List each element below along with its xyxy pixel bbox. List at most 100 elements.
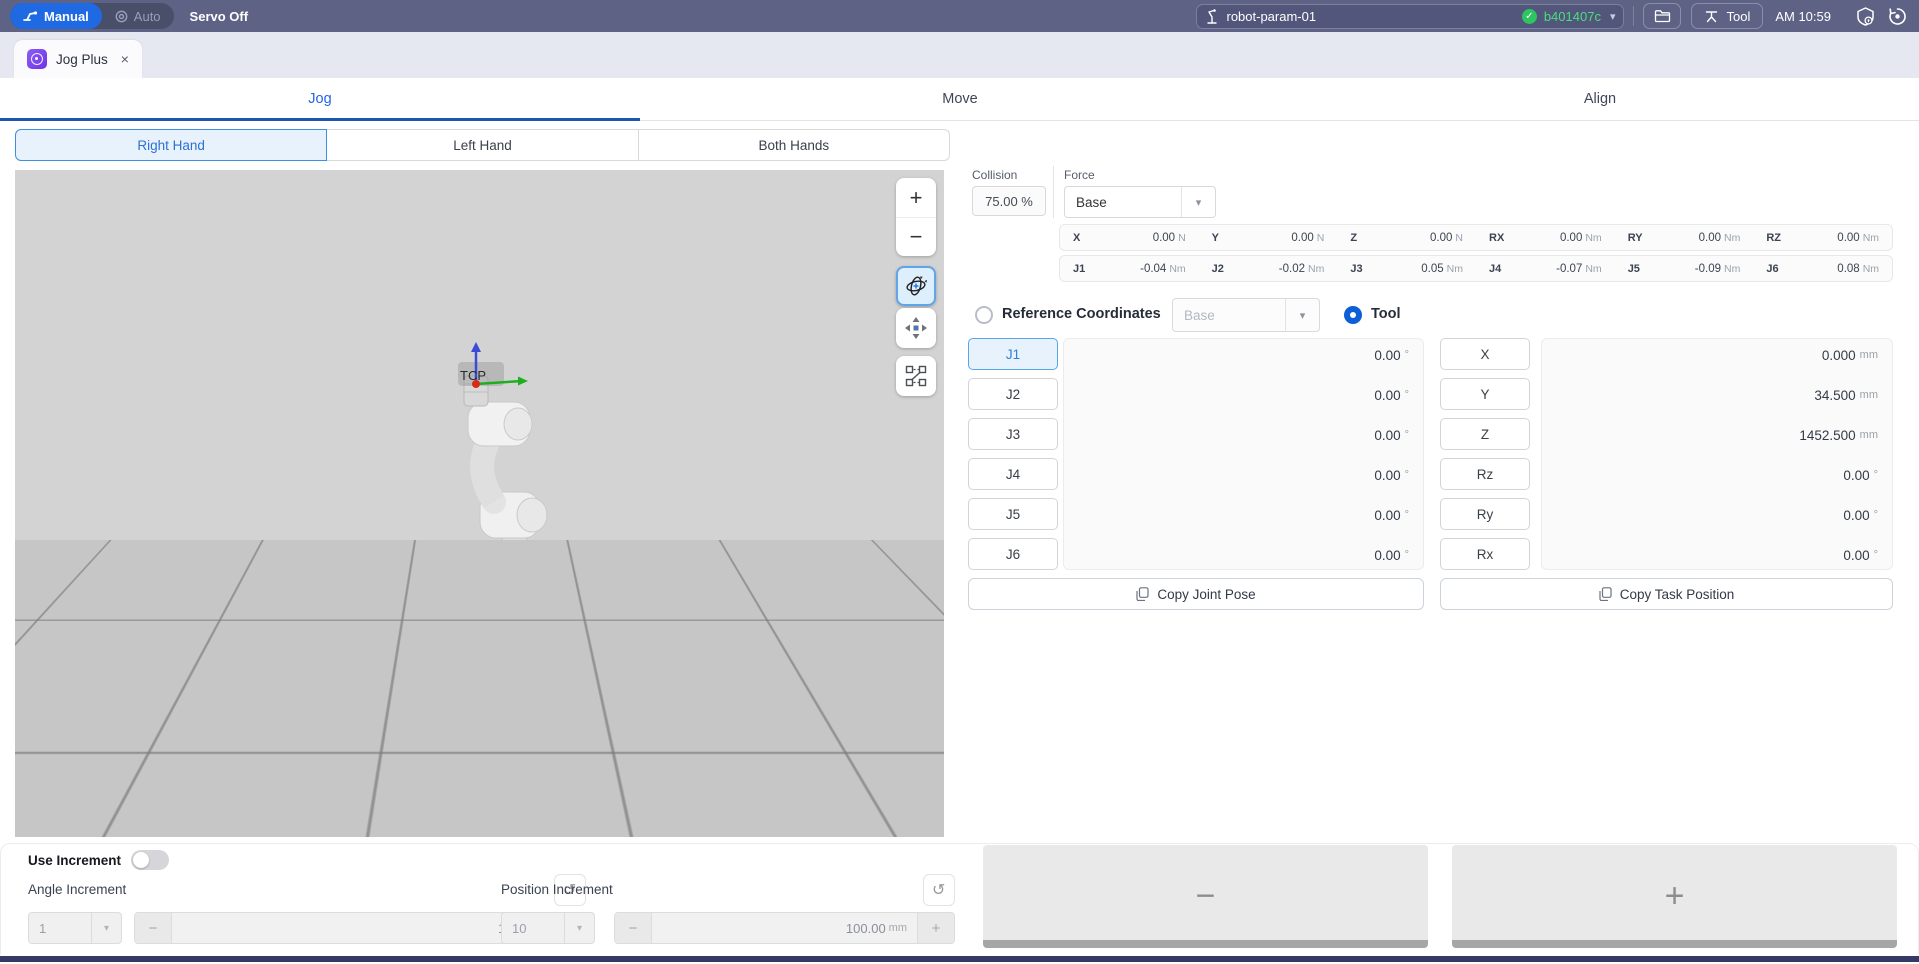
right-hand-button[interactable]: Right Hand (15, 129, 327, 161)
task-ry-button[interactable]: Ry (1440, 498, 1530, 530)
manual-mode-button[interactable]: Manual (10, 3, 102, 29)
position-increment-button[interactable]: + (918, 913, 954, 943)
hand-mode-segmented: Right Hand Left Hand Both Hands (15, 129, 950, 161)
zoom-out-button[interactable]: − (896, 217, 936, 256)
reference-frame-dropdown[interactable]: Base ▾ (1172, 298, 1320, 332)
force-cell-rz: RZ0.00Nm (1753, 225, 1892, 250)
close-icon[interactable]: × (121, 51, 129, 67)
robot-3d-viewport[interactable]: TCP BASE + − Front Right Left Rear Top (15, 170, 944, 837)
task-rx-button[interactable]: Rx (1440, 538, 1530, 570)
joint-j2-value: 0.00° (1209, 379, 1409, 411)
force-frame-dropdown[interactable]: Base ▾ (1064, 186, 1216, 218)
jog-plus-button[interactable]: + (1452, 845, 1897, 948)
robot-param-selector[interactable]: robot-param-01 ✓ b401407c ▾ (1196, 4, 1624, 29)
active-tab-underline (0, 118, 640, 121)
position-increment-stepper: − 100.00mm + (614, 912, 955, 944)
joint-j3-button[interactable]: J3 (968, 418, 1058, 450)
position-step-select[interactable]: 10 ▾ (501, 912, 595, 944)
orbit-rotate-button[interactable] (896, 266, 936, 306)
view-rear-button[interactable]: Rear (575, 804, 749, 831)
pan-move-button[interactable] (896, 308, 936, 348)
tool-button[interactable]: Tool (1691, 3, 1763, 29)
joint-j6-value: 0.00° (1209, 539, 1409, 571)
task-ry-value: 0.00° (1678, 499, 1878, 531)
robot-arm-model: TCP BASE (420, 340, 600, 670)
force-cell-j2: J2-0.02Nm (1199, 256, 1338, 281)
collision-label: Collision (972, 168, 1017, 182)
topbar-divider (1633, 6, 1634, 26)
left-hand-button[interactable]: Left Hand (327, 129, 638, 161)
task-y-button[interactable]: Y (1440, 378, 1530, 410)
tab-align[interactable]: Align (1280, 78, 1919, 120)
task-x-value: 0.000mm (1678, 339, 1878, 371)
tool-gripper-icon (1704, 9, 1719, 24)
position-step-value: 10 (502, 913, 564, 943)
force-joint-row: J1-0.04Nm J2-0.02Nm J30.05Nm J4-0.07Nm J… (1059, 255, 1893, 282)
tab-move[interactable]: Move (640, 78, 1280, 120)
servo-status[interactable]: Servo Off (190, 9, 249, 24)
force-cell-j5: J5-0.09Nm (1615, 256, 1754, 281)
chevron-down-icon: ▾ (1610, 10, 1616, 23)
view-left-button[interactable]: Left (393, 804, 567, 831)
measure-distance-button[interactable] (896, 356, 936, 396)
open-file-button[interactable] (1643, 3, 1681, 29)
recovery-target-button[interactable] (1885, 4, 1909, 28)
position-increment-reset-button[interactable]: ↻ (923, 874, 955, 906)
joint-j4-button[interactable]: J4 (968, 458, 1058, 490)
task-rz-value: 0.00° (1678, 459, 1878, 491)
manual-mode-label: Manual (44, 9, 89, 24)
chevron-down-icon: ▾ (1285, 299, 1319, 331)
joint-j1-button[interactable]: J1 (968, 338, 1058, 370)
top-bar: Manual Auto Servo Off robot-param-01 ✓ b… (0, 0, 1919, 32)
commit-id: b401407c (1544, 9, 1601, 24)
force-cartesian-row: X0.00N Y0.00N Z0.00N RX0.00Nm RY0.00Nm R… (1059, 224, 1893, 251)
view-top-button[interactable]: Top (758, 804, 932, 831)
copy-task-position-button[interactable]: Copy Task Position (1440, 578, 1893, 610)
task-z-button[interactable]: Z (1440, 418, 1530, 450)
angle-step-value: 1 (29, 913, 91, 943)
force-cell-j4: J4-0.07Nm (1476, 256, 1615, 281)
force-frame-value: Base (1065, 187, 1181, 217)
base-frame-label: BASE (486, 633, 521, 648)
joint-j5-button[interactable]: J5 (968, 498, 1058, 530)
task-rz-button[interactable]: Rz (1440, 458, 1530, 490)
task-x-button[interactable]: X (1440, 338, 1530, 370)
task-values-panel: 0.000mm 34.500mm 1452.500mm 0.00° 0.00° … (1541, 338, 1893, 570)
joint-j2-button[interactable]: J2 (968, 378, 1058, 410)
force-cell-ry: RY0.00Nm (1615, 225, 1754, 250)
jog-minus-button[interactable]: − (983, 845, 1428, 948)
tab-jog-plus[interactable]: Jog Plus × (14, 40, 142, 78)
reference-coordinates-radio[interactable] (975, 306, 993, 324)
position-increment-value: 100.00mm (651, 913, 918, 943)
copy-joint-pose-button[interactable]: Copy Joint Pose (968, 578, 1424, 610)
angle-decrement-button[interactable]: − (135, 913, 171, 943)
robot-arm-icon (1205, 9, 1219, 24)
tab-jog[interactable]: Jog (0, 78, 640, 120)
force-cell-z: Z0.00N (1337, 225, 1476, 250)
jog-plus-app-icon (27, 49, 47, 69)
collision-force-divider (1053, 166, 1054, 218)
mode-toggle-group: Manual Auto (10, 3, 174, 29)
joint-j4-value: 0.00° (1209, 459, 1409, 491)
both-hands-button[interactable]: Both Hands (639, 129, 950, 161)
copy-joint-pose-label: Copy Joint Pose (1157, 587, 1255, 602)
use-increment-toggle[interactable] (131, 850, 169, 870)
use-increment-row: Use Increment (28, 850, 169, 870)
force-label: Force (1064, 168, 1095, 182)
zoom-in-button[interactable]: + (896, 178, 936, 217)
bottom-edge-bar (0, 956, 1919, 962)
position-decrement-button[interactable]: − (615, 913, 651, 943)
tool-radio[interactable] (1344, 306, 1362, 324)
reset-icon: ↻ (932, 880, 945, 900)
joint-j6-button[interactable]: J6 (968, 538, 1058, 570)
safety-shield-button[interactable] (1853, 4, 1877, 28)
auto-mode-button[interactable]: Auto (102, 9, 174, 24)
chevron-down-icon: ▾ (564, 913, 594, 943)
reference-coordinates-label: Reference Coordinates (1002, 306, 1161, 322)
view-right-button[interactable]: Right (210, 804, 384, 831)
tab-title: Jog Plus (56, 52, 108, 67)
view-front-button[interactable]: Front (27, 804, 201, 831)
main-nav-tabs: Jog Move Align (0, 78, 1919, 121)
angle-step-select[interactable]: 1 ▾ (28, 912, 122, 944)
force-cell-x: X0.00N (1060, 225, 1199, 250)
